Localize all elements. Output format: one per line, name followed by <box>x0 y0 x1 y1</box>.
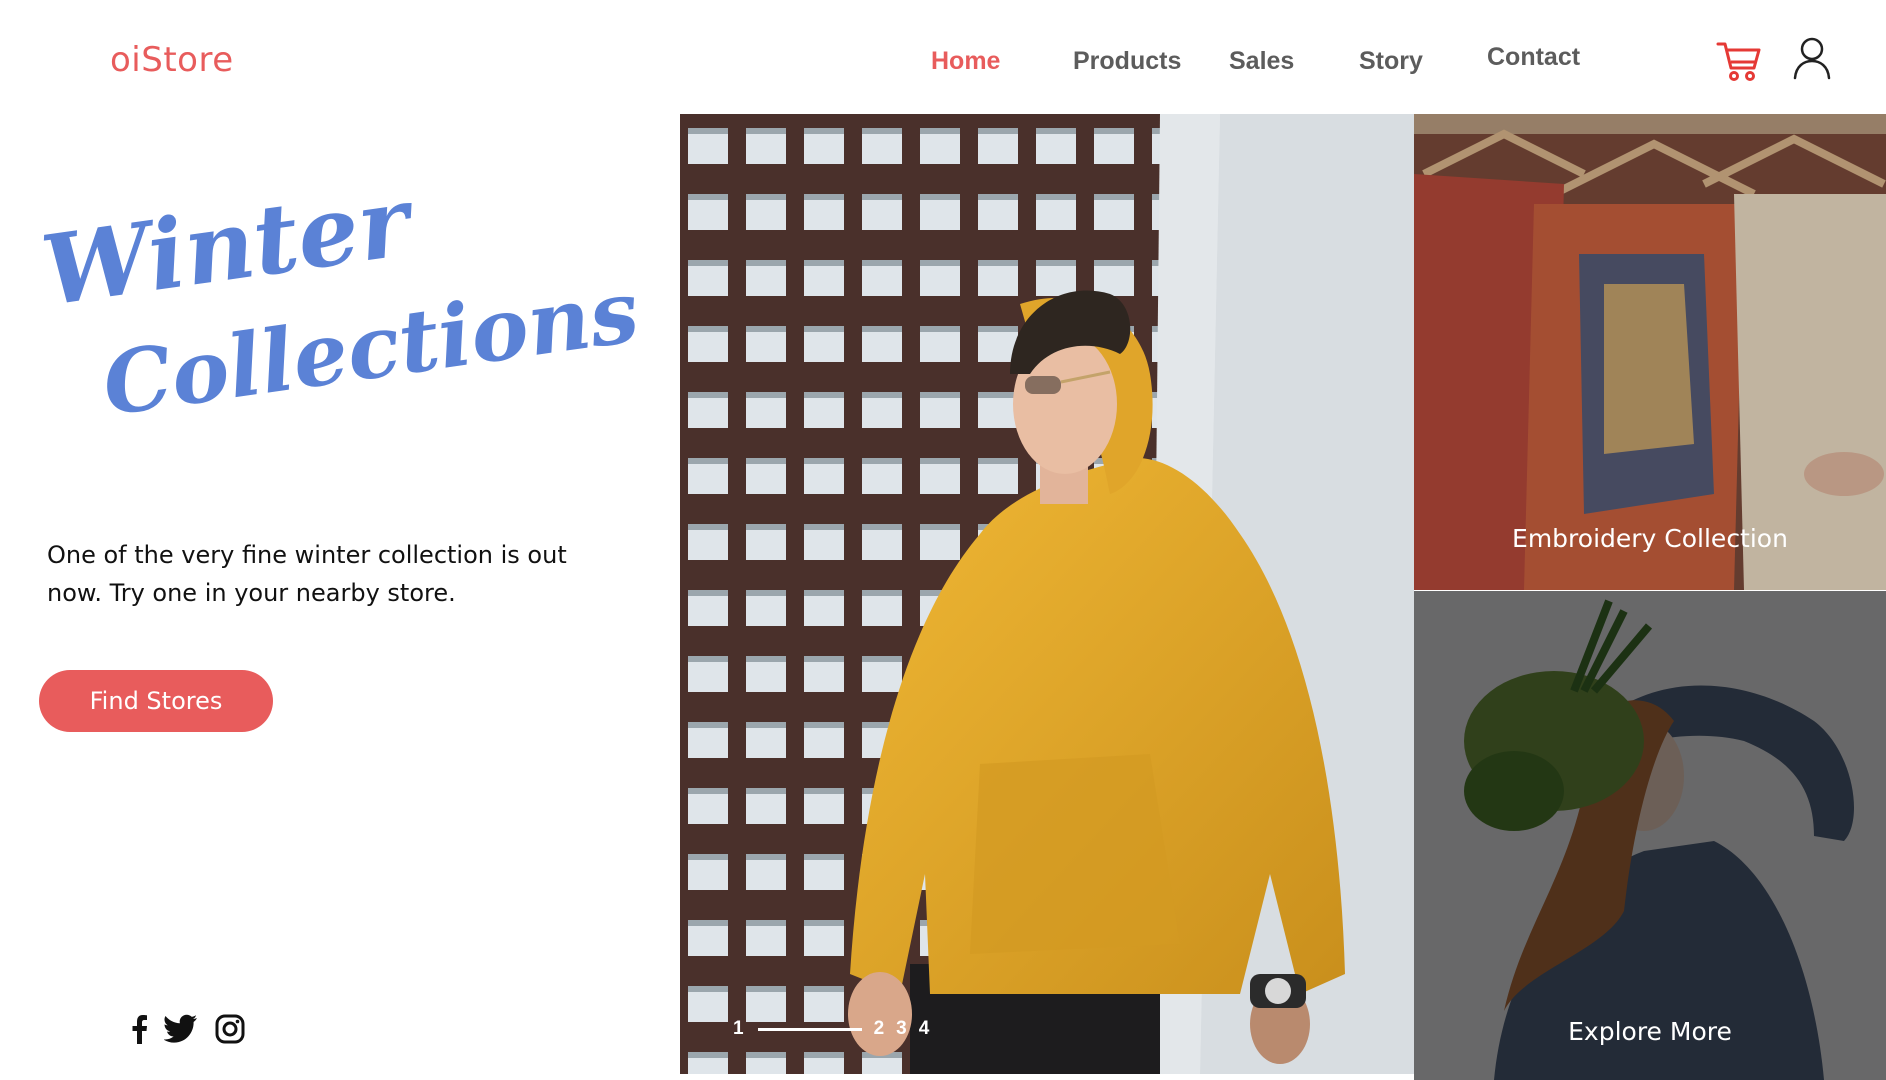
facebook-icon[interactable] <box>130 1014 148 1048</box>
hero-description: One of the very fine winter collection i… <box>47 541 567 607</box>
find-stores-button[interactable]: Find Stores <box>39 670 273 732</box>
instagram-icon[interactable] <box>215 1014 245 1048</box>
user-icon[interactable] <box>1792 36 1832 84</box>
embroidery-collection-image <box>1414 114 1886 590</box>
store-logo[interactable]: oiStore <box>110 40 234 80</box>
explore-more-tile[interactable]: Explore More <box>1414 591 1886 1080</box>
nav-home[interactable]: Home <box>931 47 1000 76</box>
slide-page-4[interactable]: 4 <box>919 1018 930 1040</box>
explore-more-label: Explore More <box>1568 1017 1732 1046</box>
nav-story[interactable]: Story <box>1359 47 1423 76</box>
slide-progress-line <box>757 1027 862 1031</box>
twitter-icon[interactable] <box>163 1014 198 1048</box>
embroidery-collection-tile[interactable]: Embroidery Collection <box>1414 114 1886 590</box>
slider-pagination: 1 2 3 4 <box>733 1018 929 1040</box>
cart-icon[interactable] <box>1716 38 1762 86</box>
nav-sales[interactable]: Sales <box>1229 47 1294 76</box>
slide-page-2[interactable]: 2 <box>874 1018 885 1040</box>
explore-more-image <box>1414 591 1886 1080</box>
embroidery-collection-label: Embroidery Collection <box>1512 524 1788 553</box>
hero-title: Winter Collections <box>35 164 644 440</box>
hero-main-image <box>680 114 1414 1074</box>
slide-page-3[interactable]: 3 <box>896 1018 907 1040</box>
nav-contact[interactable]: Contact <box>1487 43 1580 72</box>
slide-page-1[interactable]: 1 <box>733 1018 744 1040</box>
nav-products[interactable]: Products <box>1073 47 1181 76</box>
